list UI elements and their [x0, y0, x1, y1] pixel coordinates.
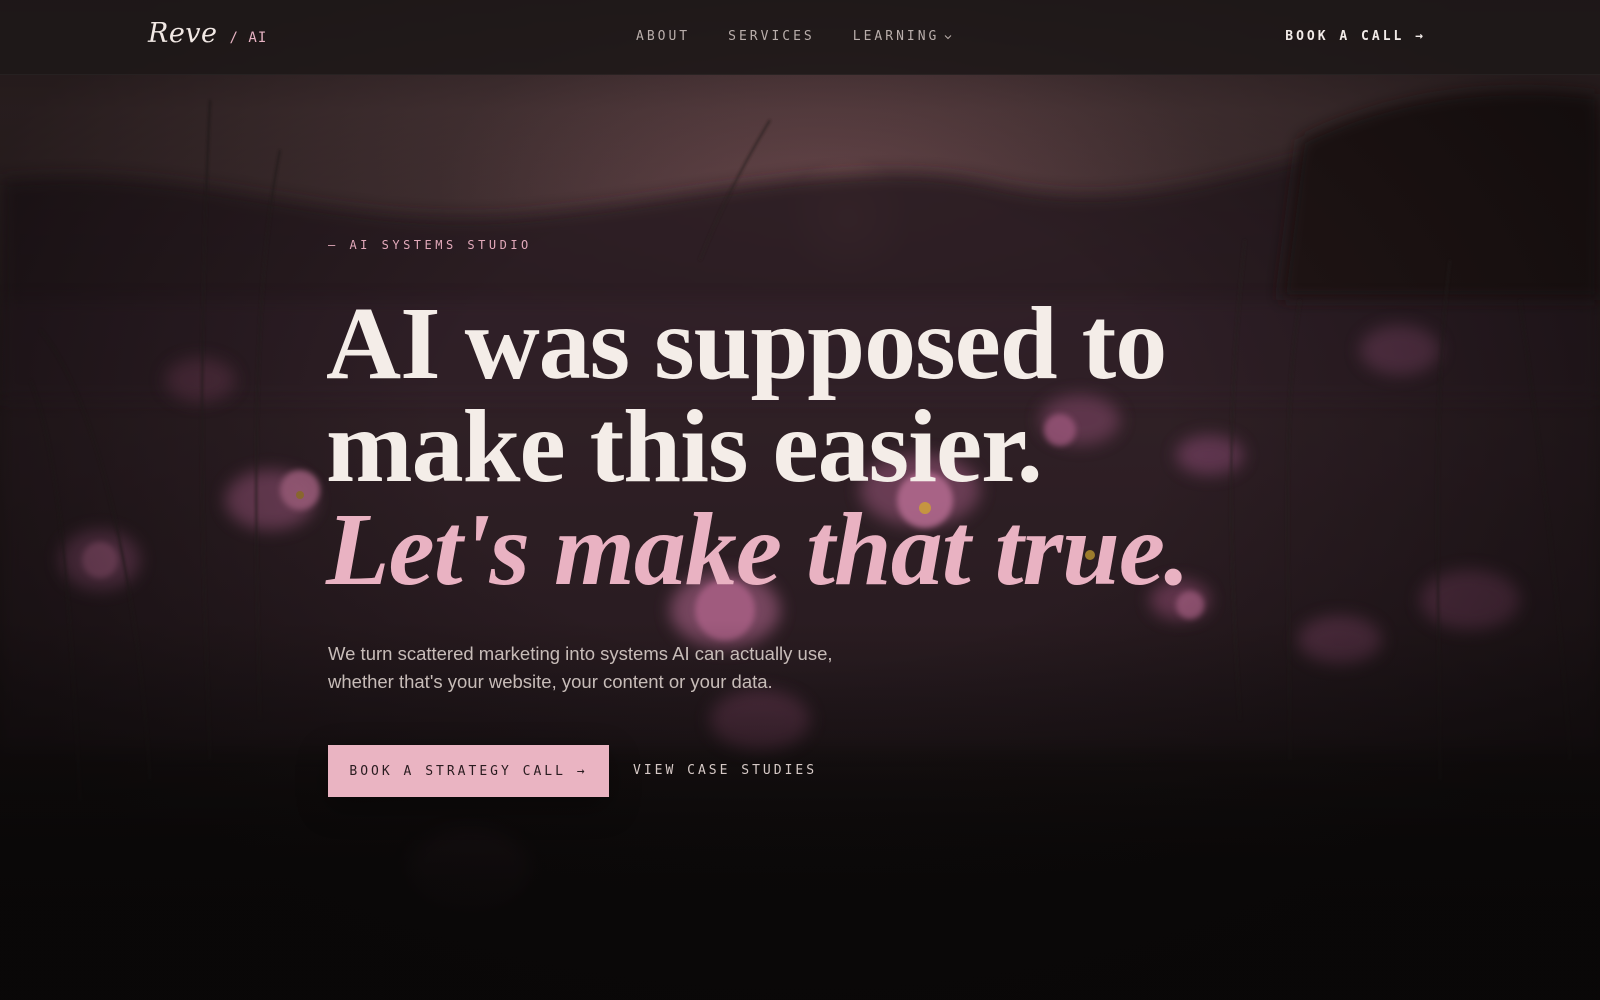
chevron-down-icon — [945, 34, 952, 39]
nav-link-learning[interactable]: LEARNING — [853, 29, 954, 44]
headline-accent: Let's make that true. — [326, 492, 1190, 607]
nav-link-services[interactable]: SERVICES — [728, 29, 815, 44]
logo-suffix: / AI — [229, 30, 268, 46]
subtext-line-2: whether that's your website, your conten… — [328, 671, 773, 692]
top-nav: Reve / AI ABOUT SERVICES LEARNING BOOK A… — [0, 0, 1600, 75]
nav-link-label: SERVICES — [728, 29, 815, 44]
headline-line-2: make this easier. — [326, 389, 1043, 504]
nav-link-label: LEARNING — [852, 29, 940, 44]
view-case-studies-link[interactable]: VIEW CASE STUDIES — [633, 763, 817, 778]
headline-line-1: AI was supposed to — [326, 286, 1167, 401]
nav-link-about[interactable]: ABOUT — [636, 29, 690, 44]
subtext-line-1: We turn scattered marketing into systems… — [328, 643, 833, 664]
nav-links: ABOUT SERVICES LEARNING — [636, 29, 953, 44]
logo[interactable]: Reve / AI — [148, 18, 267, 49]
hero-headline: AI was supposed to make this easier. Let… — [326, 286, 1226, 607]
nav-link-label: ABOUT — [636, 29, 691, 44]
hero-eyebrow: — AI SYSTEMS STUDIO — [328, 238, 532, 252]
book-a-call-button[interactable]: BOOK A CALL → — [1285, 29, 1426, 44]
logo-word: Reve — [148, 18, 218, 49]
book-strategy-call-button[interactable]: BOOK A STRATEGY CALL → — [328, 745, 609, 797]
hero-subtext: We turn scattered marketing into systems… — [328, 640, 888, 696]
